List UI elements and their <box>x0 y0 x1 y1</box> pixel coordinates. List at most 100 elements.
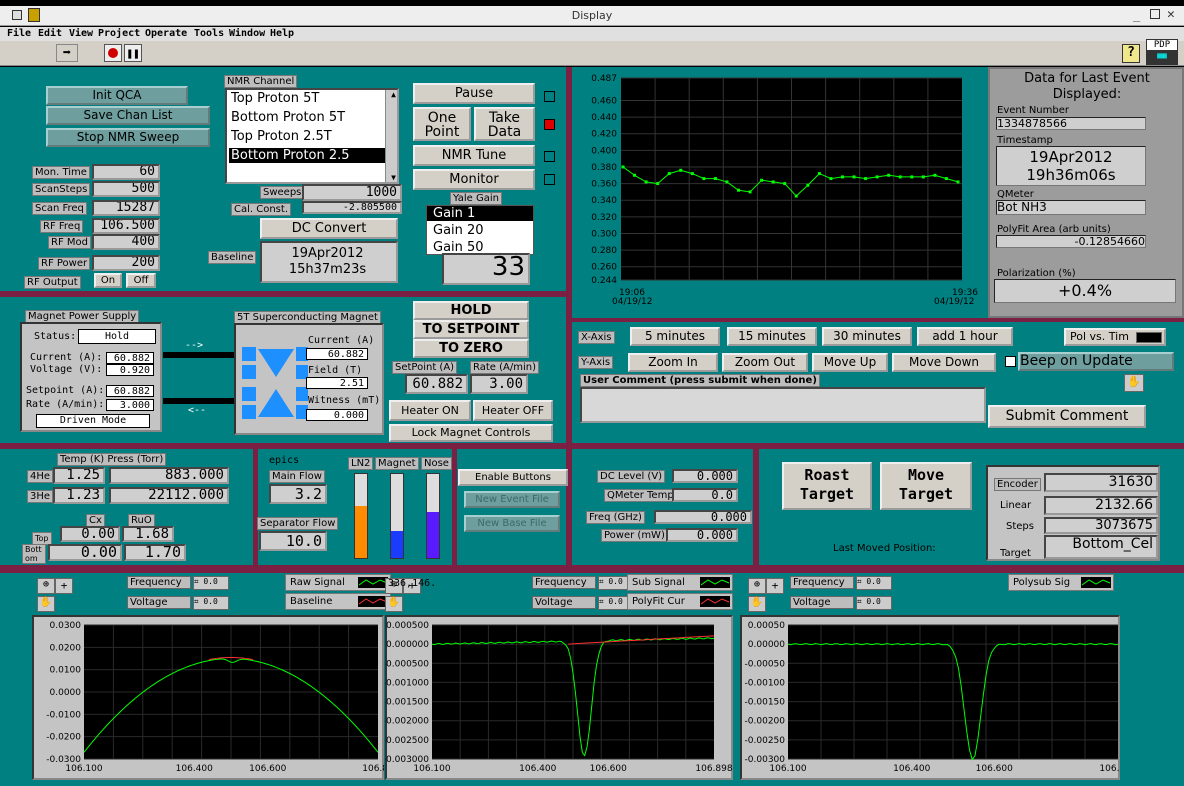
heater-off-button[interactable]: Heater OFF <box>473 400 553 421</box>
to-setpoint-button[interactable]: TO SETPOINT <box>413 320 529 339</box>
abort-icon[interactable] <box>104 44 122 62</box>
submit-comment-button[interactable]: Submit Comment <box>988 405 1146 428</box>
maximize-icon[interactable] <box>1150 9 1160 19</box>
menu-project[interactable]: Project <box>98 28 140 39</box>
pol-line-swatch-icon <box>1136 332 1162 343</box>
x-axis-button[interactable]: 5 minutes <box>630 327 720 346</box>
chart-point <box>852 175 856 179</box>
nmr-tune-button[interactable]: NMR Tune <box>413 145 535 166</box>
close-icon[interactable]: ✕ <box>1167 7 1175 22</box>
legend-item[interactable]: PolyFit Cur <box>627 593 733 610</box>
take-data-button[interactable]: Take Data <box>474 107 535 141</box>
new-event-file-button[interactable]: New Event File <box>464 491 560 508</box>
y-axis-button[interactable]: Move Down <box>892 353 996 372</box>
legend-item[interactable]: Sub Signal <box>627 574 733 591</box>
magnet-coils-icon <box>242 347 308 419</box>
minimize-icon[interactable]: _ <box>1133 8 1140 22</box>
legend-item[interactable]: Raw Signal <box>285 574 391 591</box>
new-base-file-button[interactable]: New Base File <box>464 515 560 532</box>
menu-help[interactable]: Help <box>270 28 294 39</box>
target-value: Bottom_Cel <box>1044 535 1158 559</box>
list-item[interactable]: Bottom Proton 5T <box>231 110 345 125</box>
x-axis-button[interactable]: 30 minutes <box>822 327 912 346</box>
y-axis-button[interactable]: Zoom Out <box>722 353 808 372</box>
to-zero-button[interactable]: TO ZERO <box>413 339 529 358</box>
sweeps-input[interactable]: 1000 <box>302 184 402 201</box>
hold-button[interactable]: HOLD <box>413 301 529 320</box>
lock-magnet-button[interactable]: Lock Magnet Controls <box>389 424 553 442</box>
list-item[interactable]: Bottom Proton 2.5 <box>229 148 385 163</box>
ps-setpoint-value[interactable]: 60.882 <box>106 385 154 397</box>
pause-icon[interactable]: ❚❚ <box>124 44 142 62</box>
pol-vs-time-button[interactable]: Pol vs. Tim <box>1064 328 1166 346</box>
beep-checkbox[interactable] <box>1005 356 1016 367</box>
gain-item[interactable]: Gain 20 <box>427 223 533 238</box>
event-panel: Data for Last Event Displayed: Event Num… <box>988 67 1184 318</box>
run-arrow-icon[interactable]: ➡ <box>56 44 78 62</box>
separator-flow-value: 10.0 <box>259 531 327 551</box>
axis-format-icon[interactable]: ⌗ 0.0 <box>193 576 229 590</box>
field-value[interactable]: 200 <box>92 255 160 271</box>
scroll-up-icon[interactable]: ▲ <box>391 90 396 99</box>
y-axis-button[interactable]: Zoom In <box>628 353 718 372</box>
save-chan-list-button[interactable]: Save Chan List <box>46 106 210 125</box>
axis-format-icon[interactable]: ⌗ 0.0 <box>856 576 892 590</box>
user-comment-input[interactable] <box>580 387 986 423</box>
gain-list[interactable]: Gain 1 Gain 20 Gain 50 <box>426 205 534 255</box>
field-value[interactable]: 500 <box>92 181 160 197</box>
zoom-icon[interactable]: ⊕ <box>748 578 766 594</box>
field-value[interactable]: 400 <box>92 234 160 250</box>
rate-input[interactable]: 3.00 <box>470 374 528 394</box>
menu-window[interactable]: Window <box>229 28 265 39</box>
sc-witness-label: Witness (mT) <box>308 395 381 406</box>
arrow-out: <-- <box>188 405 207 416</box>
rf-off-button[interactable]: Off <box>126 273 156 288</box>
legend-swatch-icon <box>1081 577 1111 588</box>
roast-target-button[interactable]: Roast Target <box>782 462 872 510</box>
field-value[interactable]: 15287 <box>92 200 160 216</box>
menu-view[interactable]: View <box>69 28 93 39</box>
list-item[interactable]: Top Proton 2.5T <box>231 129 332 144</box>
stop-nmr-sweep-button[interactable]: Stop NMR Sweep <box>46 128 210 147</box>
scroll-down-icon[interactable]: ▼ <box>391 173 396 182</box>
axis-format-icon[interactable]: ⌗ 0.0 <box>856 596 892 610</box>
legend-item[interactable]: Polysub Sig <box>1008 574 1114 591</box>
field-label: RF Freq <box>40 220 84 233</box>
field-value[interactable]: 60 <box>92 164 160 180</box>
monitor-button[interactable]: Monitor <box>413 169 535 190</box>
hand-icon[interactable]: ✋ <box>37 596 55 612</box>
cursor-plus-icon[interactable]: + <box>766 578 784 594</box>
enable-buttons-button[interactable]: Enable Buttons <box>458 469 568 486</box>
zoom-icon[interactable]: ⊕ <box>37 578 55 594</box>
one-point-button[interactable]: One Point <box>413 107 471 141</box>
hand-tool-icon[interactable]: ✋ <box>1124 374 1144 392</box>
menu-operate[interactable]: Operate <box>145 28 187 39</box>
nmr-channel-list[interactable]: Top Proton 5T Bottom Proton 5T Top Proton … <box>225 88 399 184</box>
menu-edit[interactable]: Edit <box>38 28 62 39</box>
cursor-plus-icon[interactable]: + <box>55 578 73 594</box>
y-axis-button[interactable]: Move Up <box>812 353 888 372</box>
menu-tools[interactable]: Tools <box>194 28 224 39</box>
axis-format-icon[interactable]: ⌗ 0.0 <box>193 596 229 610</box>
hand-icon[interactable]: ✋ <box>748 596 766 612</box>
x-axis-button[interactable]: add 1 hour <box>917 327 1013 346</box>
rf-on-button[interactable]: On <box>94 273 122 288</box>
list-item[interactable]: Top Proton 5T <box>231 91 319 106</box>
cal-const-input[interactable]: -2.805500 <box>302 201 402 214</box>
menu-file[interactable]: File <box>7 28 31 39</box>
heater-on-button[interactable]: Heater ON <box>389 400 471 421</box>
help-button[interactable]: ? <box>1122 44 1140 63</box>
legend-item[interactable]: Baseline <box>285 593 391 610</box>
init-qca-button[interactable]: Init QCA <box>46 86 188 105</box>
separator-h2 <box>0 443 1184 449</box>
move-target-button[interactable]: Move Target <box>880 462 972 510</box>
scrollbar[interactable] <box>385 90 397 182</box>
field-value[interactable]: 106.500 <box>92 218 160 234</box>
pause-button[interactable]: Pause <box>413 83 535 104</box>
ps-rate-value[interactable]: 3.000 <box>106 399 154 411</box>
gain-item[interactable]: Gain 1 <box>427 206 533 221</box>
hand-icon[interactable]: ✋ <box>385 596 403 612</box>
setpoint-input[interactable]: 60.882 <box>405 374 468 394</box>
x-axis-button[interactable]: 15 minutes <box>727 327 817 346</box>
dc-convert-button[interactable]: DC Convert <box>260 218 398 239</box>
